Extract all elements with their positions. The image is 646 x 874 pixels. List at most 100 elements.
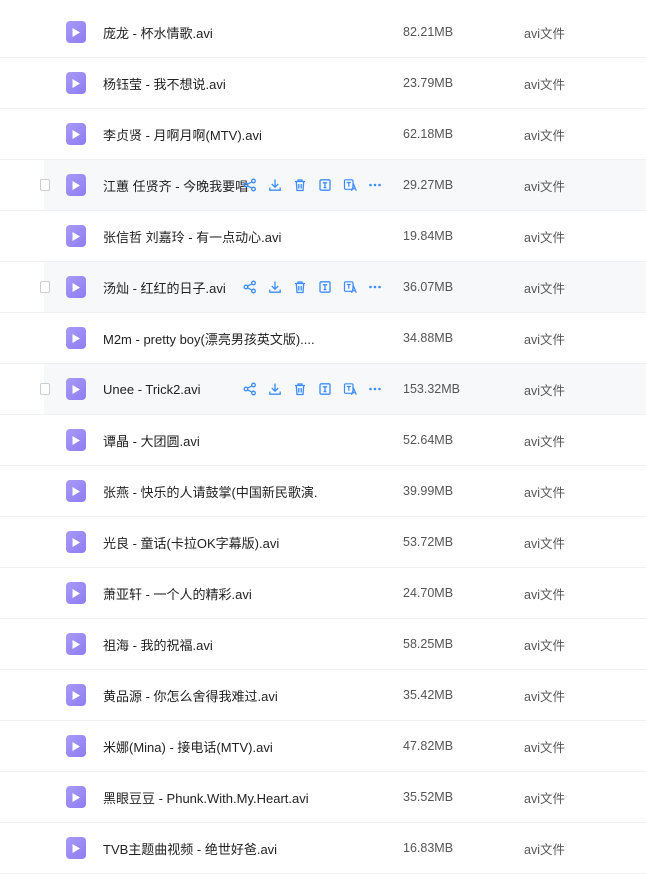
file-row[interactable]: 江蕙 任贤齐 - 今晚我要唱 29.27MB avi文件 xyxy=(0,160,646,211)
text-extract-icon[interactable] xyxy=(317,177,333,193)
file-name[interactable]: 谭晶 - 大团圆.avi xyxy=(103,431,200,450)
file-type: avi文件 xyxy=(524,26,565,41)
file-name[interactable]: 杨钰莹 - 我不想说.avi xyxy=(103,74,226,93)
video-file-icon xyxy=(66,735,86,757)
file-name[interactable]: 米娜(Mina) - 接电话(MTV).avi xyxy=(103,737,273,756)
file-name[interactable]: 光良 - 童话(卡拉OK字幕版).avi xyxy=(103,533,279,552)
video-file-icon xyxy=(66,327,86,349)
file-type: avi文件 xyxy=(524,740,565,755)
file-size: 82.21MB xyxy=(403,25,454,39)
file-row[interactable]: TVB主题曲视频 - 绝世好爸.avi 16.83MB avi文件 xyxy=(0,823,646,874)
file-type: avi文件 xyxy=(524,842,565,857)
file-row[interactable]: 萧亚轩 - 一个人的精彩.avi 24.70MB avi文件 xyxy=(0,568,646,619)
file-row[interactable]: 张信哲 刘嘉玲 - 有一点动心.avi 19.84MB avi文件 xyxy=(0,211,646,262)
file-row[interactable]: 光良 - 童话(卡拉OK字幕版).avi 53.72MB avi文件 xyxy=(0,517,646,568)
file-size: 47.82MB xyxy=(403,739,454,753)
file-name[interactable]: 汤灿 - 红红的日子.avi xyxy=(103,278,226,297)
file-type: avi文件 xyxy=(524,434,565,449)
file-type: avi文件 xyxy=(524,638,565,653)
delete-icon[interactable] xyxy=(292,279,308,295)
file-size: 52.64MB xyxy=(403,433,454,447)
translate-icon[interactable] xyxy=(342,279,358,295)
file-name[interactable]: 庞龙 - 杯水情歌.avi xyxy=(103,23,213,42)
video-file-icon xyxy=(66,633,86,655)
file-name[interactable]: M2m - pretty boy(漂亮男孩英文版).... xyxy=(103,329,315,348)
video-file-icon xyxy=(66,378,86,400)
file-size: 23.79MB xyxy=(403,76,454,90)
more-icon[interactable] xyxy=(367,177,383,193)
download-icon[interactable] xyxy=(267,279,283,295)
file-type: avi文件 xyxy=(524,485,565,500)
file-type: avi文件 xyxy=(524,77,565,92)
file-type: avi文件 xyxy=(524,332,565,347)
file-row[interactable]: 黑眼豆豆 - Phunk.With.My.Heart.avi 35.52MB a… xyxy=(0,772,646,823)
video-file-icon xyxy=(66,480,86,502)
file-list: 庞龙 - 杯水情歌.avi 82.21MB avi文件 杨钰莹 - 我不想说.a… xyxy=(0,7,646,874)
file-row[interactable]: 庞龙 - 杯水情歌.avi 82.21MB avi文件 xyxy=(0,7,646,58)
file-name[interactable]: 江蕙 任贤齐 - 今晚我要唱 xyxy=(103,176,248,195)
video-file-icon xyxy=(66,837,86,859)
file-row[interactable]: 张燕 - 快乐的人请鼓掌(中国新民歌演... 39.99MB avi文件 xyxy=(0,466,646,517)
delete-icon[interactable] xyxy=(292,381,308,397)
file-row[interactable]: 祖海 - 我的祝福.avi 58.25MB avi文件 xyxy=(0,619,646,670)
more-icon[interactable] xyxy=(367,279,383,295)
share-icon[interactable] xyxy=(242,177,258,193)
row-checkbox[interactable] xyxy=(40,179,50,191)
file-type: avi文件 xyxy=(524,587,565,602)
file-size: 16.83MB xyxy=(403,841,454,855)
file-row[interactable]: M2m - pretty boy(漂亮男孩英文版).... 34.88MB av… xyxy=(0,313,646,364)
file-size: 36.07MB xyxy=(403,280,454,294)
row-actions xyxy=(242,381,383,397)
file-name[interactable]: TVB主题曲视频 - 绝世好爸.avi xyxy=(103,839,277,858)
video-file-icon xyxy=(66,123,86,145)
file-size: 39.99MB xyxy=(403,484,454,498)
file-type: avi文件 xyxy=(524,281,565,296)
file-name[interactable]: 李贞贤 - 月啊月啊(MTV).avi xyxy=(103,125,262,144)
file-name[interactable]: 祖海 - 我的祝福.avi xyxy=(103,635,213,654)
file-size: 19.84MB xyxy=(403,229,454,243)
file-name[interactable]: 张燕 - 快乐的人请鼓掌(中国新民歌演... xyxy=(103,482,318,501)
file-size: 58.25MB xyxy=(403,637,454,651)
file-row[interactable]: 谭晶 - 大团圆.avi 52.64MB avi文件 xyxy=(0,415,646,466)
more-icon[interactable] xyxy=(367,381,383,397)
video-file-icon xyxy=(66,582,86,604)
file-name[interactable]: 萧亚轩 - 一个人的精彩.avi xyxy=(103,584,252,603)
file-type: avi文件 xyxy=(524,536,565,551)
file-size: 153.32MB xyxy=(403,382,460,396)
row-checkbox[interactable] xyxy=(40,281,50,293)
share-icon[interactable] xyxy=(242,381,258,397)
download-icon[interactable] xyxy=(267,381,283,397)
delete-icon[interactable] xyxy=(292,177,308,193)
translate-icon[interactable] xyxy=(342,177,358,193)
file-type: avi文件 xyxy=(524,179,565,194)
file-row[interactable]: 李贞贤 - 月啊月啊(MTV).avi 62.18MB avi文件 xyxy=(0,109,646,160)
video-file-icon xyxy=(66,174,86,196)
video-file-icon xyxy=(66,786,86,808)
file-name[interactable]: 张信哲 刘嘉玲 - 有一点动心.avi xyxy=(103,227,281,246)
share-icon[interactable] xyxy=(242,279,258,295)
video-file-icon xyxy=(66,276,86,298)
download-icon[interactable] xyxy=(267,177,283,193)
file-row[interactable]: 黄品源 - 你怎么舍得我难过.avi 35.42MB avi文件 xyxy=(0,670,646,721)
video-file-icon xyxy=(66,72,86,94)
file-type: avi文件 xyxy=(524,383,565,398)
video-file-icon xyxy=(66,531,86,553)
file-row[interactable]: 米娜(Mina) - 接电话(MTV).avi 47.82MB avi文件 xyxy=(0,721,646,772)
file-size: 53.72MB xyxy=(403,535,454,549)
file-size: 62.18MB xyxy=(403,127,454,141)
file-size: 35.42MB xyxy=(403,688,454,702)
file-row[interactable]: Unee - Trick2.avi 153.32MB avi文件 xyxy=(0,364,646,415)
file-name[interactable]: 黄品源 - 你怎么舍得我难过.avi xyxy=(103,686,278,705)
text-extract-icon[interactable] xyxy=(317,279,333,295)
file-size: 34.88MB xyxy=(403,331,454,345)
text-extract-icon[interactable] xyxy=(317,381,333,397)
file-row[interactable]: 汤灿 - 红红的日子.avi 36.07MB avi文件 xyxy=(0,262,646,313)
file-name[interactable]: Unee - Trick2.avi xyxy=(103,382,201,397)
row-checkbox[interactable] xyxy=(40,383,50,395)
file-type: avi文件 xyxy=(524,230,565,245)
file-row[interactable]: 杨钰莹 - 我不想说.avi 23.79MB avi文件 xyxy=(0,58,646,109)
file-name[interactable]: 黑眼豆豆 - Phunk.With.My.Heart.avi xyxy=(103,788,309,807)
translate-icon[interactable] xyxy=(342,381,358,397)
file-size: 35.52MB xyxy=(403,790,454,804)
file-size: 24.70MB xyxy=(403,586,454,600)
